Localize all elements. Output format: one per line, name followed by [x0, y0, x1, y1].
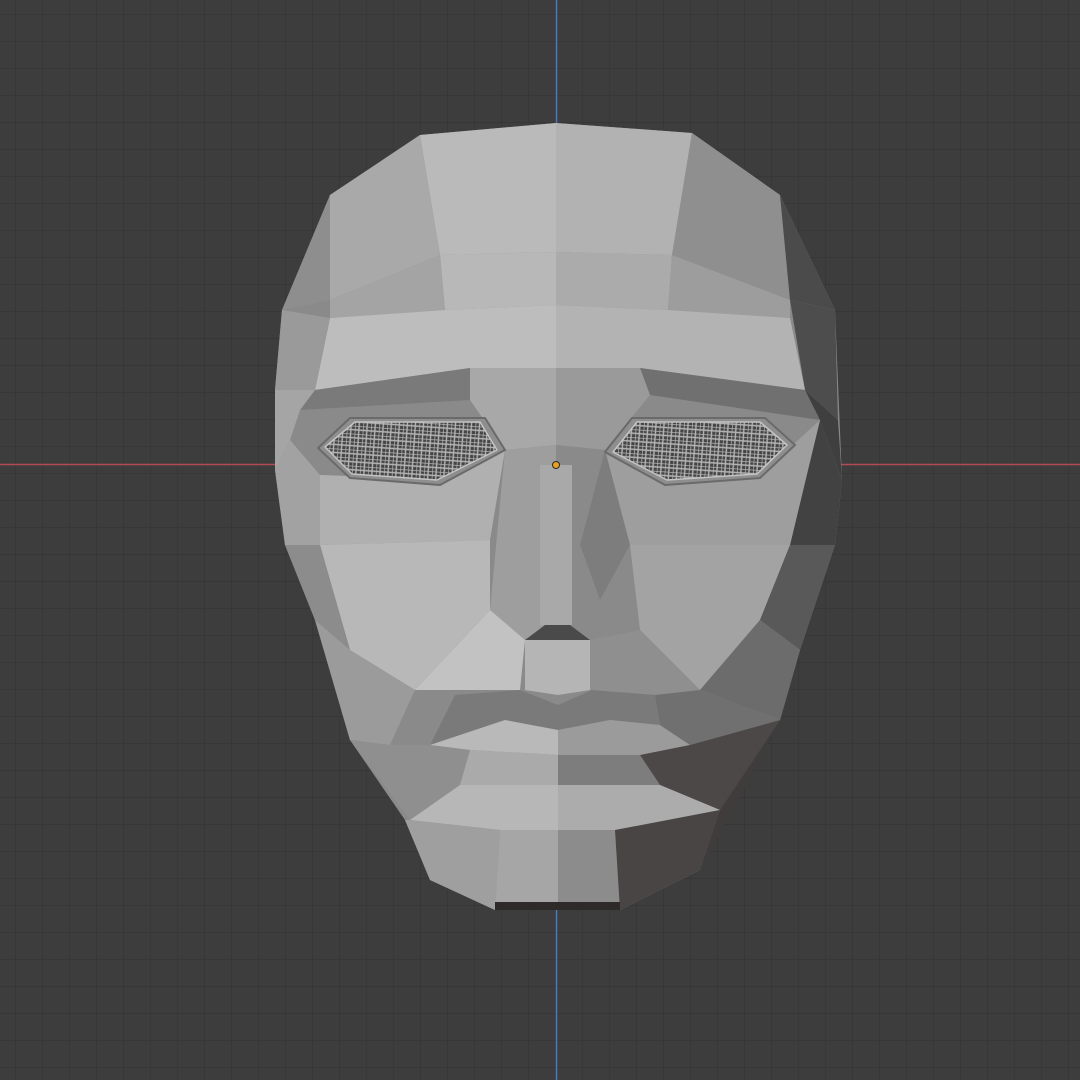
object-origin-icon[interactable] — [552, 461, 560, 469]
viewport-canvas[interactable] — [0, 0, 1080, 1080]
3d-viewport[interactable] — [0, 0, 1080, 1080]
